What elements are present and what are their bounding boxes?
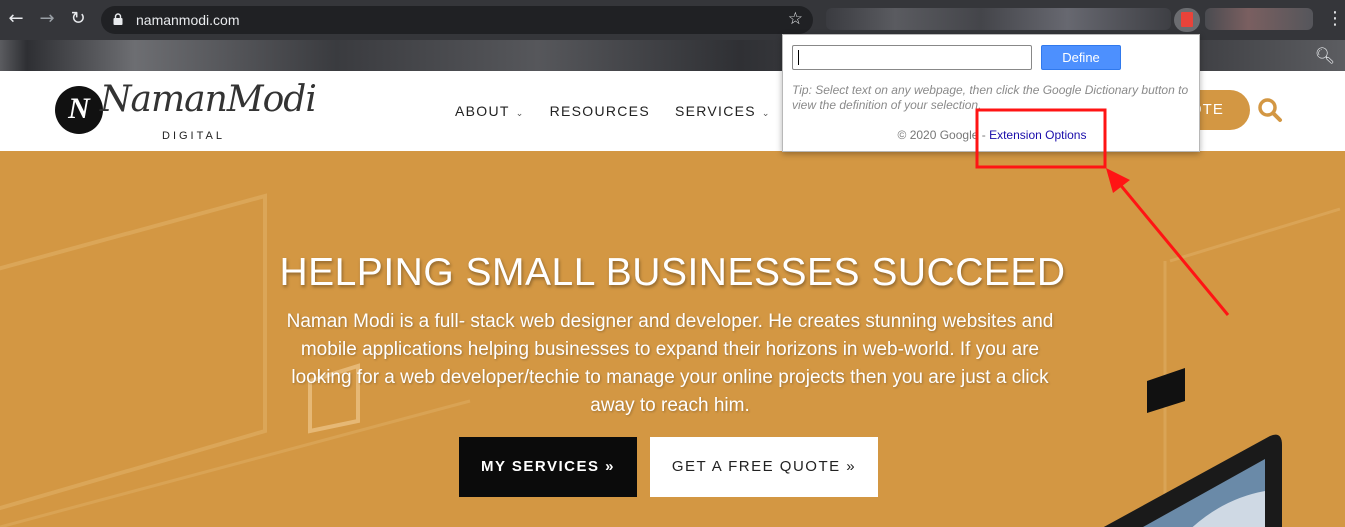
reload-icon[interactable]: ↻ <box>67 8 89 30</box>
copyright-text: © 2020 Google - <box>897 128 990 142</box>
menu-dots-icon[interactable]: ⋮ <box>1326 8 1344 29</box>
chevron-down-icon: ⌄ <box>761 108 771 118</box>
address-bar[interactable]: namanmodi.com ☆ <box>101 6 813 34</box>
blurred-extensions <box>826 8 1171 30</box>
menu-services[interactable]: SERVICES ⌄ <box>675 103 771 119</box>
bookmark-star-icon[interactable]: ☆ <box>788 9 803 29</box>
popup-footer: © 2020 Google - Extension Options <box>783 128 1201 142</box>
free-quote-button[interactable]: GET A FREE QUOTE » <box>650 437 878 497</box>
search-icon[interactable]: 🔍︎ <box>1315 46 1335 65</box>
logo-subtitle: DIGITAL <box>162 130 225 142</box>
laptop-image <box>1103 434 1282 527</box>
main-menu: ABOUT⌄ RESOURCES SERVICES⌄ V <box>455 103 831 119</box>
search-icon[interactable] <box>1257 97 1283 123</box>
text-caret <box>798 50 799 65</box>
back-arrow-icon[interactable]: ← <box>5 8 27 30</box>
hero-section: HELPING SMALL BUSINESSES SUCCEED Naman M… <box>0 151 1345 527</box>
define-input[interactable] <box>792 45 1032 70</box>
hero-description: Naman Modi is a full- stack web designer… <box>286 311 1054 416</box>
hero-title: HELPING SMALL BUSINESSES SUCCEED <box>279 251 1066 294</box>
book-icon <box>1181 12 1193 27</box>
menu-about[interactable]: ABOUT ⌄ <box>455 103 525 119</box>
extension-options-link[interactable]: Extension Options <box>989 128 1086 142</box>
dictionary-popup: Define Tip: Select text on any webpage, … <box>782 34 1200 152</box>
define-button[interactable]: Define <box>1041 45 1121 70</box>
dictionary-extension-button[interactable] <box>1174 8 1200 32</box>
lock-icon <box>113 13 123 25</box>
blurred-profile <box>1205 8 1313 30</box>
logo-mark[interactable]: N <box>55 86 103 134</box>
chevron-down-icon: ⌄ <box>515 108 525 118</box>
logo-text: NamanModi <box>100 79 317 120</box>
url-text: namanmodi.com <box>136 12 240 28</box>
popup-tip: Tip: Select text on any webpage, then cl… <box>792 83 1189 112</box>
forward-arrow-icon[interactable]: → <box>36 8 58 30</box>
my-services-button[interactable]: MY SERVICES » <box>459 437 637 497</box>
menu-resources[interactable]: RESOURCES <box>550 103 650 119</box>
